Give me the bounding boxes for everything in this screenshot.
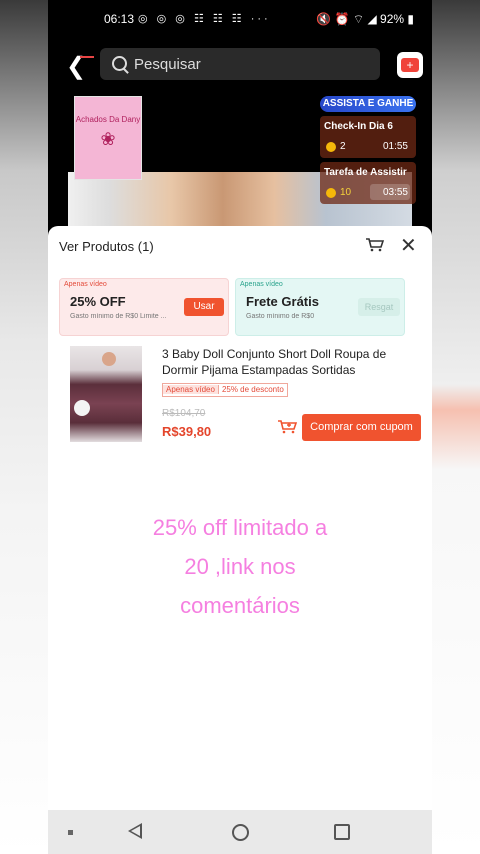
coupon-card-discount: Apenas vídeo 25% OFF Gasto mínimo de R$0… — [59, 278, 229, 336]
video-camera-icon: + — [401, 58, 419, 72]
add-to-cart-icon[interactable] — [278, 420, 298, 434]
current-price: R$39,80 — [162, 424, 212, 439]
use-coupon-button[interactable]: Usar — [184, 298, 224, 316]
tarefa-card[interactable]: Tarefa de Assistir 10 03:55 — [320, 162, 416, 204]
product-badges: Apenas vídeo 25% de desconto — [162, 383, 288, 397]
coupon-tag: Apenas vídeo — [240, 281, 283, 288]
system-status-icons: 🔇 ⏰ ⌔ ◢ 92% ▮ — [316, 12, 414, 26]
coupon-desc: Gasto mínimo de R$0 Limite ... — [70, 313, 167, 320]
achados-label: Achados Da Dany — [75, 115, 141, 124]
cart-icon[interactable] — [366, 238, 384, 252]
search-icon — [112, 56, 127, 71]
tarefa-coins: 10 — [340, 187, 352, 198]
buy-with-coupon-button[interactable]: Comprar com cupom — [302, 414, 421, 441]
flower-decor — [74, 400, 90, 416]
product-name[interactable]: 3 Baby Doll Conjunto Short Doll Roupa de… — [162, 346, 412, 378]
original-price: R$104,70 — [162, 408, 206, 419]
tarefa-label: Tarefa de Assistir — [324, 167, 407, 178]
coupon-title: 25% OFF — [70, 294, 126, 309]
coin-icon — [326, 188, 336, 198]
coupon-tag: Apenas vídeo — [64, 281, 107, 288]
system-nav-bar — [48, 810, 432, 854]
close-icon[interactable]: ✕ — [400, 236, 417, 256]
search-placeholder: Pesquisar — [134, 56, 201, 73]
sheet-title: Ver Produtos (1) — [59, 239, 154, 254]
caption-line-2: 20 ,link nos — [184, 554, 296, 579]
live-video-button[interactable]: + — [397, 52, 423, 78]
checkin-label: Check-In Dia 6 — [324, 121, 393, 132]
caption-line-1: 25% off limitado a — [152, 515, 328, 540]
bow-icon: ❀ — [100, 129, 116, 149]
nav-dot-icon — [68, 830, 73, 835]
phone-screen: 06:13 ◎ ◎ ◎ ☷ ☷ ☷ ··· 🔇 ⏰ ⌔ ◢ 92% ▮ ❮ Pe… — [48, 0, 432, 854]
nav-recents-icon[interactable] — [334, 824, 350, 840]
background-left-blur — [0, 0, 48, 854]
nav-back-icon-inner — [131, 826, 140, 836]
tarefa-timer: 03:55 — [382, 187, 408, 198]
product-thumbnail[interactable] — [70, 346, 142, 442]
video-caption: 25% off limitado a 20 ,link nos comentár… — [48, 508, 432, 625]
assista-e-ganhe-banner[interactable]: ASSISTA E GANHE — [320, 96, 416, 112]
nav-home-icon[interactable] — [232, 824, 249, 841]
coupon-title: Frete Grátis — [246, 294, 319, 309]
checkin-timer: 01:55 — [382, 141, 408, 152]
model-face — [102, 352, 116, 366]
coin-icon — [326, 142, 336, 152]
coupon-desc: Gasto mínimo de R$0 — [246, 313, 315, 320]
back-touch-indicator — [80, 56, 94, 58]
status-time: 06:13 — [104, 12, 135, 26]
caption-line-3: comentários — [180, 593, 300, 618]
checkin-coins: 2 — [340, 141, 346, 152]
coupon-card-free-shipping: Apenas vídeo Frete Grátis Gasto mínimo d… — [235, 278, 405, 336]
checkin-card[interactable]: Check-In Dia 6 2 01:55 — [320, 116, 416, 158]
search-input[interactable]: Pesquisar — [100, 48, 380, 80]
discount-badge: 25% de desconto — [221, 385, 284, 394]
claim-coupon-button[interactable]: Resgat — [358, 298, 400, 316]
background-right-blur — [432, 0, 480, 854]
status-bar: 06:13 ◎ ◎ ◎ ☷ ☷ ☷ ··· 🔇 ⏰ ⌔ ◢ 92% ▮ — [48, 0, 432, 36]
notification-icons: ◎ ◎ ◎ ☷ ☷ ☷ ··· — [138, 13, 271, 25]
achados-sticker: Achados Da Dany ❀ — [74, 96, 142, 180]
video-only-badge: Apenas vídeo — [163, 385, 219, 394]
products-sheet: Ver Produtos (1) ✕ Apenas vídeo 25% OFF … — [48, 226, 432, 470]
